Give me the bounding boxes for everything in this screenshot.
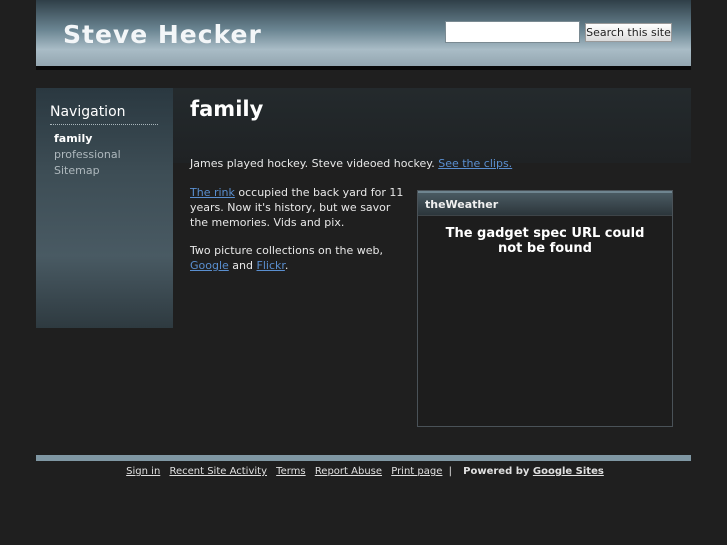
nav-list: family professional Sitemap — [54, 131, 121, 179]
footer: Sign in Recent Site Activity Terms Repor… — [0, 466, 727, 477]
footer-divider — [36, 455, 691, 461]
sidebar-item-sitemap[interactable]: Sitemap — [54, 163, 121, 179]
google-link[interactable]: Google — [190, 259, 229, 272]
flickr-link[interactable]: Flickr — [257, 259, 285, 272]
gadget-error-message: The gadget spec URL could not be found — [445, 226, 645, 256]
navigation-title: Navigation — [50, 104, 158, 125]
paragraph-text: . — [284, 259, 289, 272]
google-sites-link[interactable]: Google Sites — [533, 466, 604, 477]
site-header: Steve Hecker Search this site — [36, 0, 691, 70]
print-page-link[interactable]: Print page — [391, 466, 442, 477]
paragraph-text: James played hockey. Steve videoed hocke… — [190, 157, 439, 170]
weather-gadget: theWeather The gadget spec URL could not… — [417, 190, 673, 427]
powered-by: Powered by Google Sites — [463, 466, 604, 477]
paragraph-text: Two picture collections on the web, — [190, 244, 384, 257]
paragraph-hockey: James played hockey. Steve videoed hocke… — [190, 156, 550, 171]
page-title: family — [190, 97, 264, 121]
search-input[interactable] — [445, 21, 580, 43]
terms-link[interactable]: Terms — [276, 466, 305, 477]
see-clips-link[interactable]: See the clips. — [438, 157, 512, 170]
footer-separator: | — [448, 466, 452, 477]
sign-in-link[interactable]: Sign in — [126, 466, 160, 477]
sidebar: Navigation family professional Sitemap — [36, 88, 173, 328]
sidebar-item-family[interactable]: family — [54, 131, 121, 147]
search-button[interactable]: Search this site — [585, 23, 672, 42]
site-title[interactable]: Steve Hecker — [63, 20, 262, 49]
paragraph-rink: The rink occupied the back yard for 11 y… — [190, 185, 405, 230]
report-abuse-link[interactable]: Report Abuse — [315, 466, 382, 477]
paragraph-text: and — [228, 259, 257, 272]
recent-site-activity-link[interactable]: Recent Site Activity — [169, 466, 267, 477]
sidebar-item-professional[interactable]: professional — [54, 147, 121, 163]
rink-link[interactable]: The rink — [190, 186, 235, 199]
powered-by-label: Powered by — [463, 466, 530, 477]
gadget-title: theWeather — [418, 191, 672, 216]
paragraph-pictures: Two picture collections on the web, Goog… — [190, 243, 405, 273]
